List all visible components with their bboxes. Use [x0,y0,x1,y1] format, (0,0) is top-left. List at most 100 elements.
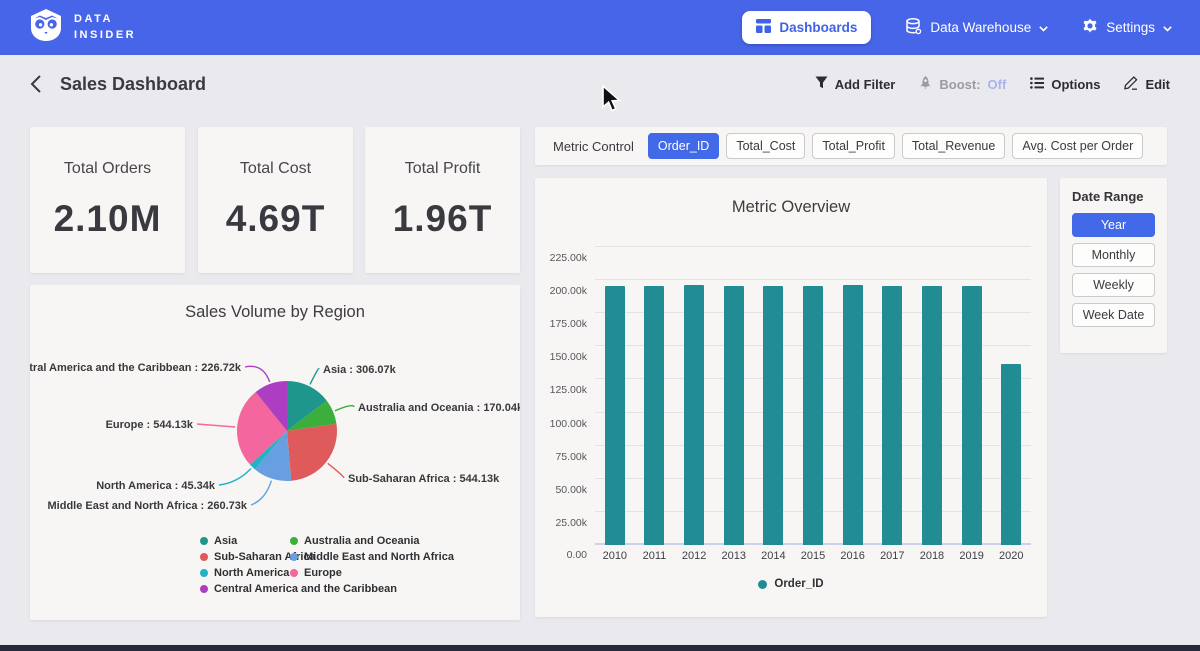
x-axis-tick: 2015 [793,550,833,562]
kpi-label: Total Orders [64,160,151,178]
nav-settings[interactable]: Settings [1082,18,1172,37]
x-axis-tick: 2016 [833,550,873,562]
pie-leader-line [310,369,319,385]
pie-legend: Asia Sub-Saharan Africa North America Centr… [200,533,454,597]
x-axis-tick: 2012 [674,550,714,562]
chevron-down-icon [1163,20,1172,35]
bottom-strip [0,645,1200,651]
bar-2010[interactable] [605,286,625,545]
metric-chip-avg-cost-per-order[interactable]: Avg. Cost per Order [1012,133,1143,159]
date-range-year[interactable]: Year [1072,213,1155,237]
pie-legend-item-australia-and-oceania[interactable]: Australia and Oceania [290,533,454,549]
date-range-title: Date Range [1072,189,1155,204]
legend-dot [200,537,208,545]
options-button[interactable]: Options [1030,77,1100,92]
x-axis-tick: 2020 [991,550,1031,562]
y-axis-tick: 175.00k [550,318,587,330]
legend-label: Australia and Oceania [304,535,420,547]
bar-2015[interactable] [803,286,823,545]
y-axis-tick: 50.00k [555,484,587,496]
x-axis-tick: 2011 [635,550,675,562]
back-button[interactable] [30,74,42,94]
boost-toggle[interactable]: Boost: Off [919,76,1006,92]
y-axis-tick: 75.00k [555,451,587,463]
kpi-label: Total Cost [240,160,311,178]
page-header: Sales Dashboard Add Filter Boost: Off [0,55,1200,113]
pie-slice-sub-saharan-africa[interactable] [287,424,337,481]
pie-legend-item-middle-east-and-north-africa[interactable]: Middle East and North Africa [290,549,454,565]
pie-label-middle-east-and-north-africa: Middle East and North Africa : 260.73k [48,500,248,512]
metric-overview-chart-card: Metric Overview 0.0025.00k50.00k75.00k10… [535,178,1047,617]
metric-chip-total-profit[interactable]: Total_Profit [812,133,895,159]
kpi-value: 4.69T [226,198,326,240]
x-axis-tick: 2014 [754,550,794,562]
kpi-value: 1.96T [393,198,493,240]
pie-legend-item-north-america[interactable]: North America [200,565,290,581]
bar-2019[interactable] [962,286,982,545]
pie-legend-item-asia[interactable]: Asia [200,533,290,549]
pie-legend-item-central-america-and-the-caribbean[interactable]: Central America and the Caribbean [200,581,290,597]
x-axis-tick: 2018 [912,550,952,562]
legend-label: Asia [214,535,237,547]
bar-2014[interactable] [763,286,783,545]
y-axis-tick: 100.00k [550,418,587,430]
y-axis-tick: 200.00k [550,285,587,297]
date-range-buttons: Year Monthly Weekly Week Date [1072,213,1155,327]
legend-dot [200,553,208,561]
page-title: Sales Dashboard [60,74,206,95]
pie-label-north-america: North America : 45.34k [96,480,216,492]
bar-2020[interactable] [1001,364,1021,545]
bar-chart-legend[interactable]: Order_ID [535,578,1047,590]
top-navbar: DATA INSIDER Dashboards [0,0,1200,55]
metric-control-strip: Metric Control Order_IDTotal_CostTotal_P… [535,127,1167,165]
pie-leader-line [328,463,344,478]
kpi-value: 2.10M [54,198,162,240]
pie-leader-line [251,481,271,505]
pie-legend-item-sub-saharan-africa[interactable]: Sub-Saharan Africa [200,549,290,565]
nav-dashboards-button[interactable]: Dashboards [742,11,871,44]
add-filter-button[interactable]: Add Filter [815,76,896,92]
bar-chart-xticks: 2010201120122013201420152016201720182019… [595,550,1031,562]
pie-legend-item-europe[interactable]: Europe [290,565,454,581]
kpi-card-total-profit: Total Profit 1.96T [365,127,520,273]
metric-chip-order-id[interactable]: Order_ID [648,133,719,159]
legend-label: North America [214,567,289,579]
date-range-week-date[interactable]: Week Date [1072,303,1155,327]
bar-2017[interactable] [882,286,902,545]
bar-2012[interactable] [684,285,704,545]
y-axis-tick: 125.00k [550,384,587,396]
legend-dot [200,585,208,593]
kpi-card-total-cost: Total Cost 4.69T [198,127,353,273]
legend-label: Europe [304,567,342,579]
metric-chip-total-cost[interactable]: Total_Cost [726,133,805,159]
legend-label: Order_ID [774,578,823,590]
x-axis-tick: 2017 [872,550,912,562]
legend-label: Central America and the Caribbean [214,583,397,595]
legend-label: Middle East and North Africa [304,551,454,563]
bar-2013[interactable] [724,286,744,545]
gear-icon [1082,18,1098,37]
pie-leader-line [219,469,251,486]
sales-dashboard-app: DATA INSIDER Dashboards [0,0,1200,651]
pie-label-australia-and-oceania: Australia and Oceania : 170.04k [358,402,520,414]
metric-chip-total-revenue[interactable]: Total_Revenue [902,133,1005,159]
bar-2016[interactable] [843,285,863,545]
edit-button[interactable]: Edit [1124,76,1170,93]
x-axis-tick: 2010 [595,550,635,562]
bar-2018[interactable] [922,286,942,545]
date-range-monthly[interactable]: Monthly [1072,243,1155,267]
boost-state: Off [988,77,1007,92]
metric-chips: Order_ID Total_Cost Total_Profit Total_Reve… [648,133,1143,159]
pie-leader-line [245,366,270,382]
sales-volume-pie-card: Sales Volume by Region Asia : 306.07kAus… [30,285,520,620]
database-icon [905,18,922,38]
date-range-card: Date Range Year Monthly Weekly Week Date [1060,178,1167,353]
date-range-weekly[interactable]: Weekly [1072,273,1155,297]
dashboards-grid-icon [756,19,771,36]
pie-leader-line [197,424,235,427]
bar-2011[interactable] [644,286,664,545]
pie-leader-line [335,406,354,411]
nav-data-warehouse[interactable]: Data Warehouse [905,18,1048,38]
rocket-icon [919,76,932,92]
brand[interactable]: DATA INSIDER [28,8,136,47]
